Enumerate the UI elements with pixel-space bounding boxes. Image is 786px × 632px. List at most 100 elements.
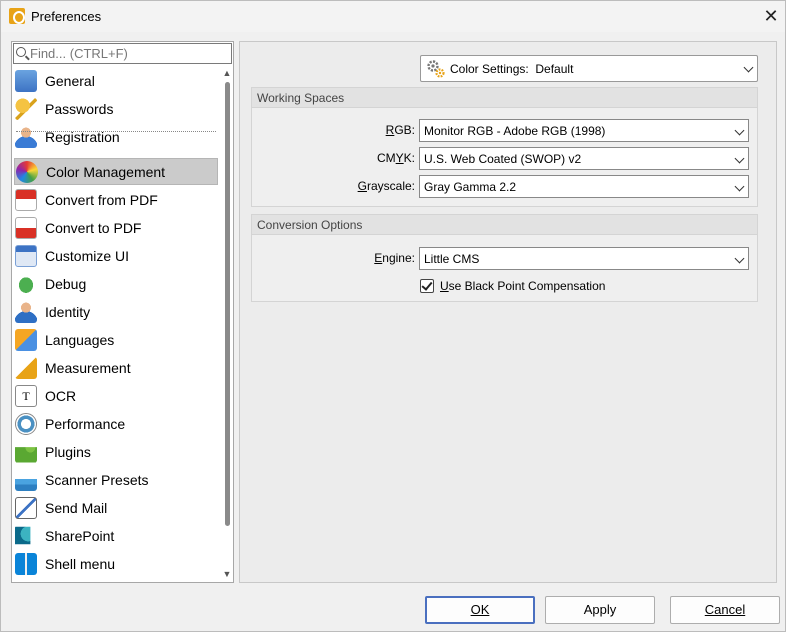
- color-wheel-icon: [16, 160, 38, 183]
- convert-to-pdf-icon: [15, 216, 37, 239]
- chevron-down-icon: [734, 253, 745, 264]
- window-title: Preferences: [31, 9, 102, 24]
- sidebar-item-label: Customize UI: [45, 247, 130, 264]
- close-button[interactable]: ✕: [761, 6, 781, 26]
- sidebar-item-label: Convert to PDF: [45, 219, 142, 236]
- ok-button[interactable]: OK: [425, 596, 535, 624]
- apply-button[interactable]: Apply: [545, 596, 655, 624]
- sidebar-item-label: Shell menu: [45, 555, 116, 572]
- customize-ui-icon: [15, 244, 37, 267]
- sidebar-item-general[interactable]: General: [14, 67, 218, 94]
- sidebar-item-label: Send Mail: [45, 499, 108, 516]
- chevron-down-icon: [734, 125, 745, 136]
- sidebar-item-measurement[interactable]: Measurement: [14, 354, 218, 381]
- working-spaces-heading: Working Spaces: [252, 88, 757, 108]
- color-settings-text: Color Settings: Default: [450, 62, 573, 76]
- chevron-down-icon: [743, 62, 754, 73]
- color-settings-value: Default: [535, 62, 574, 76]
- conversion-options-heading: Conversion Options: [252, 215, 757, 235]
- sidebar: General Passwords Registration Color Manage…: [11, 41, 234, 583]
- registration-icon: [15, 125, 37, 148]
- sidebar-item-label: Color Management: [46, 163, 166, 180]
- cmyk-value: U.S. Web Coated (SWOP) v2: [424, 152, 582, 166]
- scroll-down-icon[interactable]: ▼: [222, 569, 232, 579]
- chevron-down-icon: [734, 153, 745, 164]
- rgb-label: RGB:: [385, 123, 415, 137]
- sidebar-item-scanner-presets[interactable]: Scanner Presets: [14, 466, 218, 493]
- sharepoint-icon: [15, 526, 31, 545]
- sidebar-item-convert-to-pdf[interactable]: Convert to PDF: [14, 214, 218, 241]
- sidebar-item-plugins[interactable]: Plugins: [14, 438, 218, 465]
- grayscale-label: Grayscale:: [357, 179, 415, 193]
- sidebar-item-identity[interactable]: Identity: [14, 298, 218, 325]
- performance-icon: [15, 412, 37, 435]
- apply-label: Apply: [583, 602, 617, 617]
- grayscale-value: Gray Gamma 2.2: [424, 180, 517, 194]
- bug-icon: [15, 272, 37, 295]
- preferences-dialog: Preferences ✕ General Passwords Registrati…: [0, 0, 786, 632]
- sidebar-item-passwords[interactable]: Passwords: [14, 95, 218, 122]
- app-icon: [9, 8, 25, 24]
- convert-from-pdf-icon: [15, 188, 37, 211]
- sidebar-item-label: Scanner Presets: [45, 471, 149, 488]
- sidebar-item-label: SharePoint: [45, 527, 115, 544]
- sidebar-item-registration[interactable]: Registration: [14, 123, 218, 150]
- sidebar-item-label: Identity: [45, 303, 91, 320]
- sidebar-item-sharepoint[interactable]: SharePoint: [14, 522, 218, 549]
- languages-icon: [15, 328, 37, 351]
- search-input[interactable]: [30, 45, 228, 62]
- sidebar-item-performance[interactable]: Performance: [14, 410, 218, 437]
- search-icon: [16, 47, 26, 57]
- cancel-label: Cancel: [704, 602, 746, 617]
- sidebar-nav: General Passwords Registration Color Manage…: [12, 66, 220, 582]
- sidebar-item-ocr[interactable]: T OCR: [14, 382, 218, 409]
- sidebar-item-label: Languages: [45, 331, 115, 348]
- sidebar-item-send-mail[interactable]: Send Mail: [14, 494, 218, 521]
- sidebar-item-label: General: [45, 72, 95, 89]
- key-icon: [15, 97, 37, 120]
- sidebar-item-label: Plugins: [45, 443, 91, 460]
- sidebar-item-languages[interactable]: Languages: [14, 326, 218, 353]
- general-icon: [15, 69, 37, 92]
- rgb-value: Monitor RGB - Adobe RGB (1998): [424, 124, 606, 138]
- search-box[interactable]: [13, 43, 232, 64]
- engine-select[interactable]: Little CMS: [419, 247, 749, 270]
- rgb-select[interactable]: Monitor RGB - Adobe RGB (1998): [419, 119, 749, 142]
- ocr-icon: T: [15, 384, 37, 407]
- sidebar-item-debug[interactable]: Debug: [14, 270, 218, 297]
- settings-panel: Color Settings: Default Working Spaces R…: [239, 41, 777, 583]
- engine-value: Little CMS: [424, 252, 480, 266]
- cancel-button[interactable]: Cancel: [670, 596, 780, 624]
- color-settings-label: Color Settings:: [450, 62, 529, 76]
- black-point-label[interactable]: Use Black Point Compensation: [440, 279, 605, 293]
- sidebar-item-convert-from-pdf[interactable]: Convert from PDF: [14, 186, 218, 213]
- gear-icon: [427, 60, 445, 78]
- sidebar-item-shell-menu[interactable]: Shell menu: [14, 550, 218, 577]
- cmyk-select[interactable]: U.S. Web Coated (SWOP) v2: [419, 147, 749, 170]
- sidebar-item-label: Performance: [45, 415, 126, 432]
- color-settings-dropdown[interactable]: Color Settings: Default: [420, 55, 758, 82]
- scroll-up-icon[interactable]: ▲: [222, 68, 232, 78]
- chevron-down-icon: [734, 181, 745, 192]
- conversion-options-group: Conversion Options Engine: Little CMS Us…: [251, 214, 758, 302]
- sidebar-separator: [16, 131, 216, 132]
- title-bar: Preferences ✕: [1, 1, 785, 32]
- sidebar-item-label: Debug: [45, 275, 87, 292]
- working-spaces-group: Working Spaces RGB: Monitor RGB - Adobe …: [251, 87, 758, 207]
- sidebar-item-color-management[interactable]: Color Management: [14, 158, 218, 185]
- grayscale-select[interactable]: Gray Gamma 2.2: [419, 175, 749, 198]
- mail-icon: [15, 496, 37, 519]
- identity-icon: [15, 300, 37, 323]
- plugin-icon: [15, 447, 37, 463]
- windows-icon: [15, 552, 37, 575]
- sidebar-item-label: OCR: [45, 387, 77, 404]
- measurement-icon: [15, 356, 37, 379]
- sidebar-item-label: Measurement: [45, 359, 131, 376]
- black-point-checkbox[interactable]: [420, 279, 434, 293]
- ok-label: OK: [470, 602, 490, 617]
- scroll-thumb[interactable]: [225, 82, 230, 526]
- sidebar-item-customize-ui[interactable]: Customize UI: [14, 242, 218, 269]
- sidebar-item-label: Passwords: [45, 100, 114, 117]
- sidebar-scrollbar[interactable]: ▲ ▼: [221, 66, 233, 582]
- cmyk-label: CMYK:: [376, 151, 415, 165]
